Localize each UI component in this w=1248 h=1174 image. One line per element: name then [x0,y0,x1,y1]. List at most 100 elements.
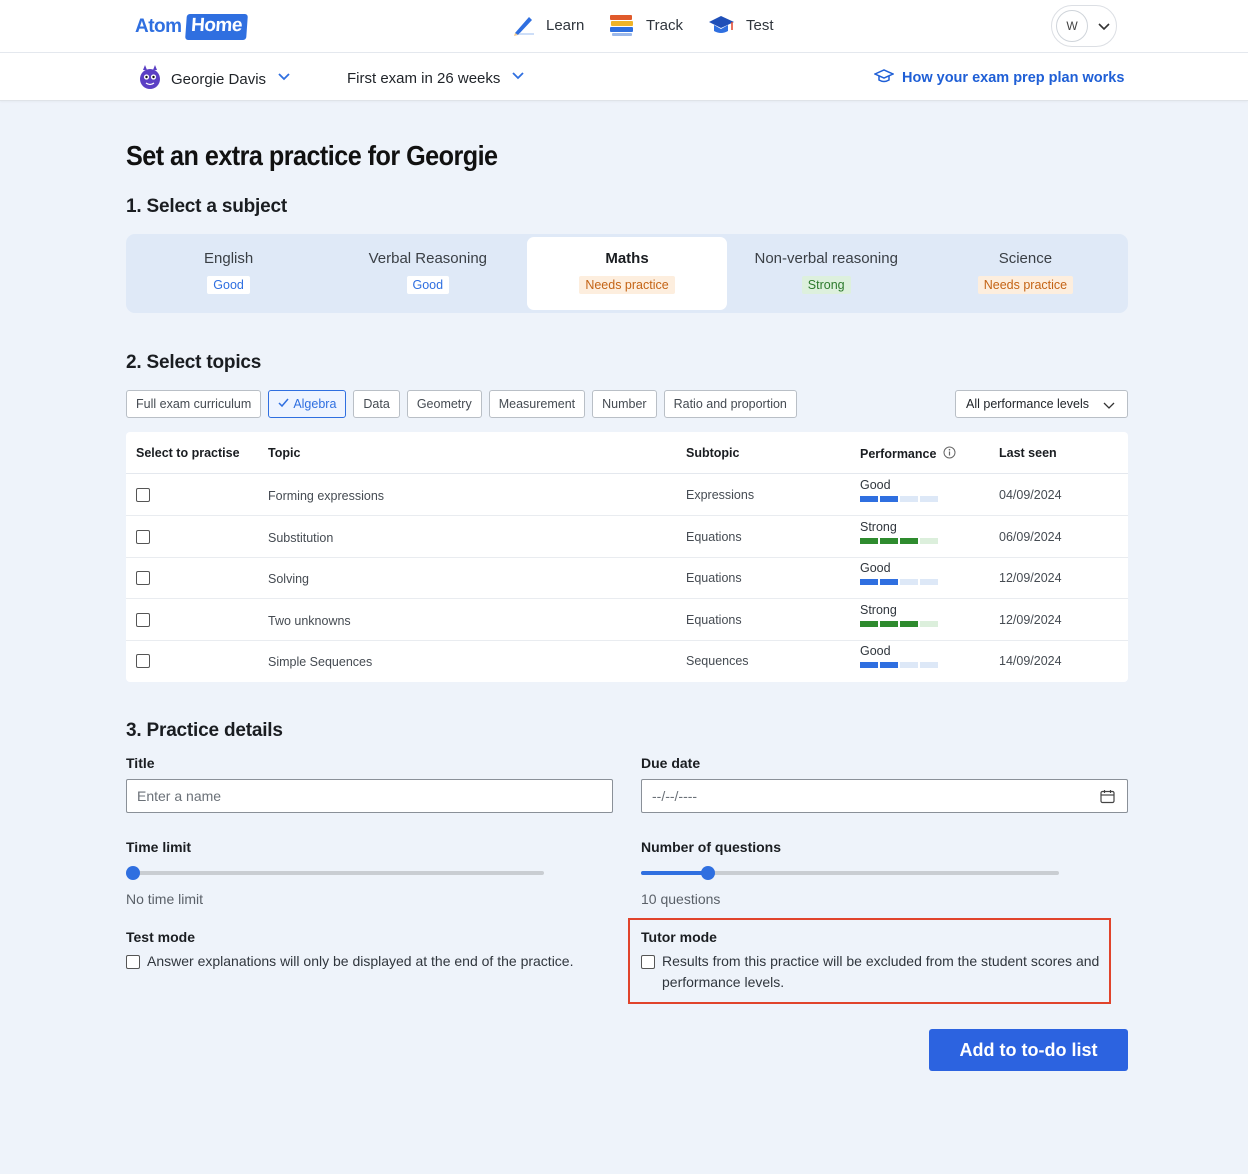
performance-bar-segment [920,620,938,627]
performance-bar-segment [860,496,878,502]
subject-science[interactable]: Science Needs practice [926,237,1125,310]
subject-maths[interactable]: Maths Needs practice [527,237,727,310]
chip-measurement[interactable]: Measurement [488,390,586,418]
title-input[interactable]: Enter a name [126,779,613,813]
tutor-mode-highlight-box [628,918,1111,1004]
performance-badge: Needs practice [579,276,675,294]
performance-level-dropdown[interactable]: All performance levels [955,390,1128,418]
books-icon [608,12,636,38]
exam-prep-help-link[interactable]: How your exam prep plan works [873,68,1125,88]
select-topic-checkbox[interactable] [136,654,150,669]
performance-bar-segment [900,620,918,627]
help-link-text: How your exam prep plan works [902,70,1125,86]
questions-label: Number of questions [641,839,782,855]
time-limit-label: Time limit [126,839,192,855]
subtopic-cell: Expressions [686,488,755,502]
chip-number[interactable]: Number [592,390,657,418]
topic-filter-chips: Full exam curriculum Algebra Data Geomet… [126,390,797,418]
time-limit-handle[interactable] [126,866,140,880]
subject-name: English [204,250,254,267]
header-topic: Topic [268,446,301,460]
exam-date-selector[interactable]: First exam in 26 weeks [347,69,525,87]
atom-home-logo[interactable]: Atom Home [135,13,248,41]
header-performance-label: Performance [860,447,937,461]
header-select: Select to practise [136,446,240,460]
section-practice-details-heading: 3. Practice details [126,720,283,741]
subject-non-verbal-reasoning[interactable]: Non-verbal reasoning Strong [727,237,926,310]
graduation-cap-icon [873,68,895,88]
performance-bar-segment [920,579,938,586]
topic-cell: Substitution [268,530,334,545]
subject-english[interactable]: English Good [129,237,328,310]
questions-value: 10 questions [641,891,721,907]
info-icon[interactable] [943,446,956,462]
test-mode-label: Test mode [126,929,195,945]
performance-bar-segment [920,496,938,502]
subject-name: Non-verbal reasoning [754,250,898,267]
time-limit-slider[interactable] [126,866,544,880]
select-topic-checkbox[interactable] [136,488,150,502]
performance-bar-segment [860,537,878,544]
due-date-input[interactable]: --/--/---- [641,779,1128,813]
performance-bar-segment [880,620,898,627]
select-topic-checkbox[interactable] [136,612,150,627]
performance-label: Strong [860,602,897,617]
chevron-down-icon [511,69,525,87]
student-selector[interactable]: Georgie Davis [138,64,291,94]
select-topic-checkbox[interactable] [136,529,150,544]
subject-selector: English Good Verbal Reasoning Good Maths… [126,234,1128,313]
chip-geometry[interactable]: Geometry [406,390,482,418]
chip-ratio-and-proportion[interactable]: Ratio and proportion [663,390,797,418]
performance-cell: Good [860,644,938,669]
nav-learn-label: Learn [546,16,585,34]
test-mode-option[interactable]: Answer explanations will only be display… [126,951,616,972]
table-row: Solving Equations Good 12/09/2024 [126,557,1128,600]
graduation-cap-icon [707,12,736,38]
performance-bar [860,537,938,544]
logo-text: Atom [135,16,182,37]
performance-badge: Strong [801,276,851,294]
subtopic-cell: Equations [686,571,742,586]
nav-track[interactable]: Track [608,12,683,38]
chip-label: Algebra [293,397,337,411]
add-to-todo-list-button[interactable]: Add to to-do list [929,1029,1128,1071]
subject-verbal-reasoning[interactable]: Verbal Reasoning Good [328,237,527,310]
questions-handle[interactable] [700,866,715,880]
logo-badge: Home [184,14,248,40]
subject-name: Verbal Reasoning [368,250,488,267]
header-subtopic: Subtopic [686,446,740,460]
test-mode-checkbox[interactable] [126,955,140,969]
performance-label: Good [860,561,891,576]
table-row: Substitution Equations Strong 06/09/2024 [126,516,1128,558]
performance-bar-segment [920,537,938,544]
test-mode-description: Answer explanations will only be display… [147,953,574,969]
chip-full-exam-curriculum[interactable]: Full exam curriculum [126,390,262,418]
questions-slider[interactable] [641,866,1059,880]
performance-bar [860,620,938,627]
performance-label: Strong [860,519,897,534]
account-menu-button[interactable]: W [1051,5,1117,47]
topic-cell: Forming expressions [268,489,385,503]
subtopic-cell: Equations [686,612,742,627]
performance-bar-segment [860,662,878,669]
subject-name: Maths [605,250,649,267]
performance-cell: Good [860,561,938,586]
select-topic-checkbox[interactable] [136,571,150,586]
last-seen-cell: 14/09/2024 [999,654,1062,669]
calendar-icon[interactable] [1100,789,1115,807]
dropdown-value: All performance levels [966,397,1089,411]
subject-name: Science [998,250,1053,267]
avatar: W [1056,10,1088,42]
performance-bar-segment [880,662,898,669]
nav-test[interactable]: Test [707,12,774,38]
performance-bar-segment [900,537,918,544]
topic-cell: Simple Sequences [268,655,373,670]
nav-learn[interactable]: Learn [510,12,584,38]
chip-data[interactable]: Data [353,390,400,418]
topic-cell: Two unknowns [268,613,351,628]
performance-badge: Needs practice [977,276,1074,294]
performance-bar-segment [880,537,898,544]
performance-badge: Good [406,276,450,294]
subtopic-cell: Sequences [686,654,749,669]
chip-algebra[interactable]: Algebra [268,390,347,418]
